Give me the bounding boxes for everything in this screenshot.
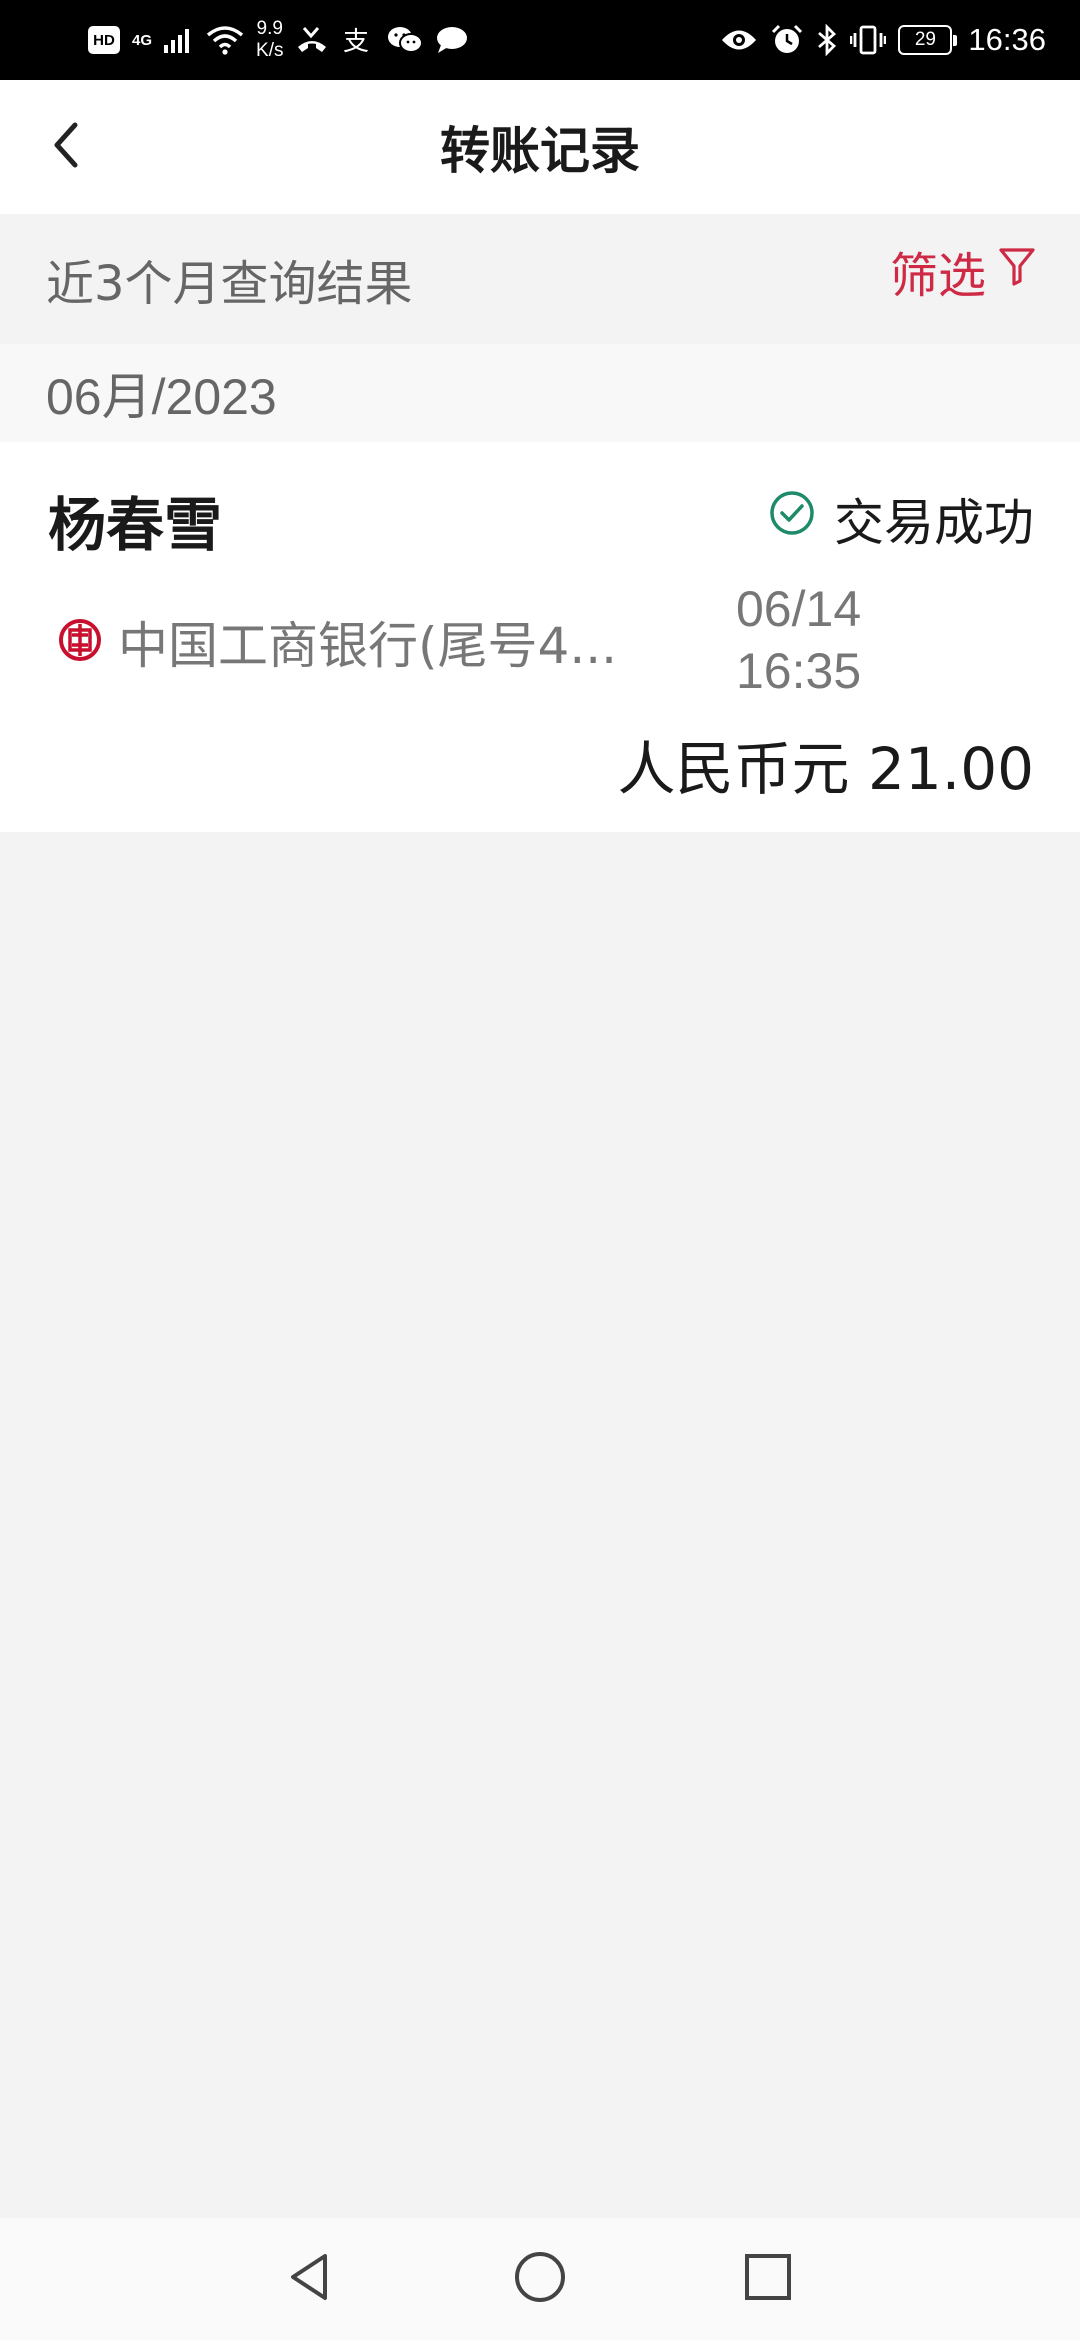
month-header: 06月/2023 [0,344,1080,442]
eye-icon [720,27,758,53]
nav-back-button[interactable] [270,2242,350,2316]
wifi-icon [206,25,244,55]
filter-label: 筛选 [889,248,986,304]
svg-text:支: 支 [343,27,369,55]
query-range-label: 近3个月查询结果 [46,256,413,312]
transaction-status: 交易成功 [768,484,1034,554]
status-right: 29 16:36 [720,0,1046,80]
status-left: HD 4G 9.9 K/s 支 [88,0,469,80]
recents-square-icon [742,2251,794,2307]
missed-call-icon [295,25,329,55]
transaction-time: 16:35 [736,643,862,699]
transaction-amount: 人民币元 21.00 [617,735,1034,803]
transfer-record[interactable]: 杨春雪 交易成功 中国工商银行(尾号4... 06/14 16:35 人民币元 … [0,442,1080,832]
bluetooth-icon [816,24,838,56]
funnel-icon [998,243,1036,299]
signal-icon [164,27,194,53]
alipay-icon: 支 [341,25,375,55]
status-bar: HD 4G 9.9 K/s 支 29 16:36 [0,0,1080,80]
wechat-icon [387,25,424,55]
message-icon [435,25,469,55]
app-header: 转账记录 [0,80,1080,214]
transaction-datetime: 06/14 16:35 [736,578,861,702]
nav-home-button[interactable] [500,2242,580,2316]
bank-account: 中国工商银行(尾号4... [58,606,617,678]
icbc-logo-icon [58,618,102,666]
hd-badge: HD [88,26,120,54]
screen: HD 4G 9.9 K/s 支 29 16:36 转账记录 近3个月查询结果 筛… [0,0,1080,2340]
network-speed: 9.9 K/s [256,18,283,62]
nav-recents-button[interactable] [728,2242,808,2316]
home-circle-icon [512,2249,568,2309]
check-circle-icon [768,489,816,549]
page-title: 转账记录 [440,122,640,180]
system-nav-bar [0,2218,1080,2340]
alarm-icon [770,24,804,56]
clock: 16:36 [968,22,1046,57]
battery-indicator: 29 [898,25,958,55]
bank-name: 中国工商银行(尾号4... [118,617,617,675]
payee-name: 杨春雪 [48,491,223,559]
filter-button[interactable]: 筛选 [890,236,1036,306]
speed-unit: K/s [256,40,284,61]
month-label: 06月/2023 [46,369,277,425]
vibrate-icon [850,24,887,56]
transaction-date: 06/14 [736,581,862,637]
network-type: 4G [132,31,153,49]
speed-value: 9.9 [256,18,283,39]
status-label: 交易成功 [834,494,1034,552]
back-triangle-icon [285,2250,335,2308]
